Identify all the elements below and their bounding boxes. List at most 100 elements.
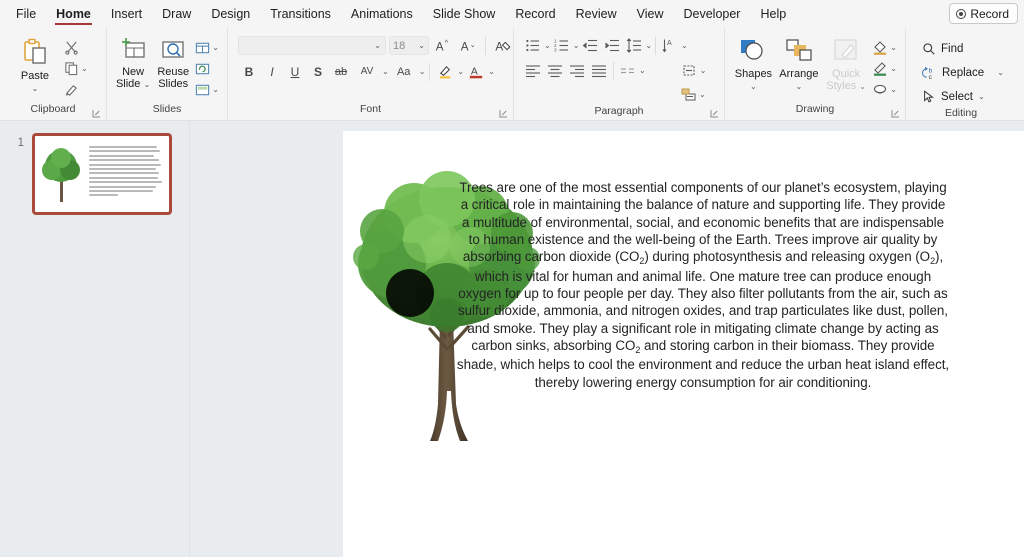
underline-button[interactable]: U (284, 61, 306, 82)
tab-developer[interactable]: Developer (673, 3, 750, 26)
tab-insert[interactable]: Insert (101, 3, 152, 26)
change-case-caret-icon[interactable]: ⌄ (419, 67, 426, 76)
shape-fill-button[interactable]: ⌄ (870, 38, 899, 57)
text-direction-button[interactable]: A (659, 35, 681, 56)
section-button[interactable]: ⌄ (193, 80, 221, 99)
tab-review[interactable]: Review (566, 3, 627, 26)
slide-canvas[interactable]: Trees are one of the most essential comp… (343, 131, 1024, 557)
tab-help[interactable]: Help (750, 3, 796, 26)
font-size-input[interactable]: 18 ⌄ (389, 36, 429, 55)
font-color-caret-icon[interactable]: ⌄ (488, 67, 495, 76)
line-spacing-button[interactable] (623, 35, 645, 56)
quick-styles-button[interactable]: Quick Styles ⌄ (824, 35, 868, 93)
align-text-caret-icon[interactable]: ⌄ (700, 66, 707, 75)
find-button[interactable]: Find (918, 38, 1006, 59)
slide-editing-area[interactable]: Trees are one of the most essential comp… (190, 121, 1024, 557)
arrange-button[interactable]: Arrange ⌄ (776, 35, 822, 93)
copy-caret-icon[interactable]: ⌄ (81, 64, 88, 73)
replace-button[interactable]: b c Replace ⌄ (918, 62, 1006, 83)
text-direction-caret-icon[interactable]: ⌄ (681, 41, 688, 50)
bold-button[interactable]: B (238, 61, 260, 82)
bullets-caret-icon[interactable]: ⌄ (544, 41, 551, 50)
slide-thumbnail-pane[interactable]: 1 (0, 121, 190, 557)
line-spacing-caret-icon[interactable]: ⌄ (645, 41, 652, 50)
new-slide-caret-icon[interactable]: ⌄ (143, 80, 150, 89)
new-slide-icon (119, 37, 147, 63)
align-center-button[interactable] (544, 60, 566, 81)
numbering-button[interactable]: 1 2 3 (551, 35, 573, 56)
clear-formatting-button[interactable]: A (492, 35, 514, 56)
columns-button[interactable] (617, 60, 639, 81)
numbering-caret-icon[interactable]: ⌄ (573, 41, 580, 50)
shape-fill-caret-icon[interactable]: ⌄ (890, 43, 897, 52)
reuse-slides-button[interactable]: Reuse Slides (153, 35, 193, 90)
new-slide-button[interactable]: New Slide ⌄ (113, 35, 153, 91)
paragraph-dialog-launcher[interactable] (710, 109, 719, 118)
tab-view[interactable]: View (627, 3, 674, 26)
drawing-dialog-launcher[interactable] (891, 109, 900, 118)
text-highlight-caret-icon[interactable]: ⌄ (457, 67, 464, 76)
shape-outline-caret-icon[interactable]: ⌄ (890, 64, 897, 73)
select-caret-icon[interactable]: ⌄ (978, 92, 985, 101)
quick-styles-caret-icon[interactable]: ⌄ (859, 82, 866, 91)
shapes-caret-icon[interactable]: ⌄ (750, 81, 757, 93)
select-button[interactable]: Select ⌄ (918, 86, 1006, 107)
align-left-button[interactable] (522, 60, 544, 81)
thumbnail-row[interactable]: 1 (0, 133, 172, 557)
reset-button[interactable] (193, 59, 221, 78)
bullets-button[interactable] (522, 35, 544, 56)
justify-button[interactable] (588, 60, 610, 81)
tab-home[interactable]: Home (46, 3, 101, 26)
copy-button[interactable]: ⌄ (62, 59, 90, 78)
align-text-button[interactable] (678, 60, 700, 81)
shape-outline-button[interactable]: ⌄ (870, 59, 899, 78)
character-spacing-caret-icon[interactable]: ⌄ (382, 67, 389, 76)
tab-file[interactable]: File (6, 3, 46, 26)
increase-indent-button[interactable] (601, 35, 623, 56)
font-color-button[interactable]: A (465, 61, 487, 82)
layout-caret-icon[interactable]: ⌄ (212, 43, 219, 52)
paste-button[interactable]: Paste ⌄ (12, 35, 58, 95)
align-right-button[interactable] (566, 60, 588, 81)
change-case-button[interactable]: Aa (390, 61, 418, 82)
decrease-indent-button[interactable] (579, 35, 601, 56)
decrease-font-size-button[interactable]: A ⌄ (457, 35, 479, 56)
strikethrough-button[interactable]: ab (330, 61, 352, 82)
layout-button[interactable]: ⌄ (193, 38, 221, 57)
record-button[interactable]: Record (949, 3, 1018, 24)
tab-design[interactable]: Design (201, 3, 260, 26)
shapes-button[interactable]: Shapes ⌄ (733, 35, 774, 93)
slide-thumbnail-1[interactable] (32, 133, 172, 215)
font-dialog-launcher[interactable] (499, 109, 508, 118)
font-name-caret-icon[interactable]: ⌄ (374, 41, 381, 50)
slide-body-text[interactable]: Trees are one of the most essential comp… (456, 179, 950, 391)
paste-caret-icon[interactable]: ⌄ (32, 83, 39, 95)
tab-record[interactable]: Record (505, 3, 565, 26)
text-highlight-button[interactable] (434, 61, 456, 82)
font-name-input[interactable]: ⌄ (238, 36, 386, 55)
shape-effects-caret-icon[interactable]: ⌄ (890, 85, 897, 94)
shape-effects-button[interactable]: ⌄ (870, 80, 899, 99)
tab-slide-show[interactable]: Slide Show (423, 3, 506, 26)
columns-caret-icon[interactable]: ⌄ (639, 66, 646, 75)
tab-draw[interactable]: Draw (152, 3, 201, 26)
cut-button[interactable] (62, 38, 90, 57)
text-shadow-button[interactable]: S (307, 61, 329, 82)
font-size-caret-icon[interactable]: ⌄ (418, 41, 425, 50)
format-painter-button[interactable] (62, 80, 90, 99)
replace-caret-icon[interactable]: ⌄ (997, 68, 1004, 77)
svg-text:3: 3 (554, 48, 557, 53)
increase-font-size-button[interactable]: A ^ (432, 35, 454, 56)
svg-text:A: A (495, 40, 503, 53)
character-spacing-button[interactable]: AV (353, 61, 381, 82)
shapes-label: Shapes (734, 68, 773, 80)
section-caret-icon[interactable]: ⌄ (212, 85, 219, 94)
convert-to-smartart-button[interactable] (677, 84, 699, 105)
smartart-caret-icon[interactable]: ⌄ (699, 90, 706, 99)
tab-transitions[interactable]: Transitions (260, 3, 341, 26)
arrange-caret-icon[interactable]: ⌄ (796, 81, 803, 93)
tab-animations[interactable]: Animations (341, 3, 423, 26)
paste-label: Paste (20, 70, 50, 82)
clipboard-dialog-launcher[interactable] (92, 109, 101, 118)
italic-button[interactable]: I (261, 61, 283, 82)
